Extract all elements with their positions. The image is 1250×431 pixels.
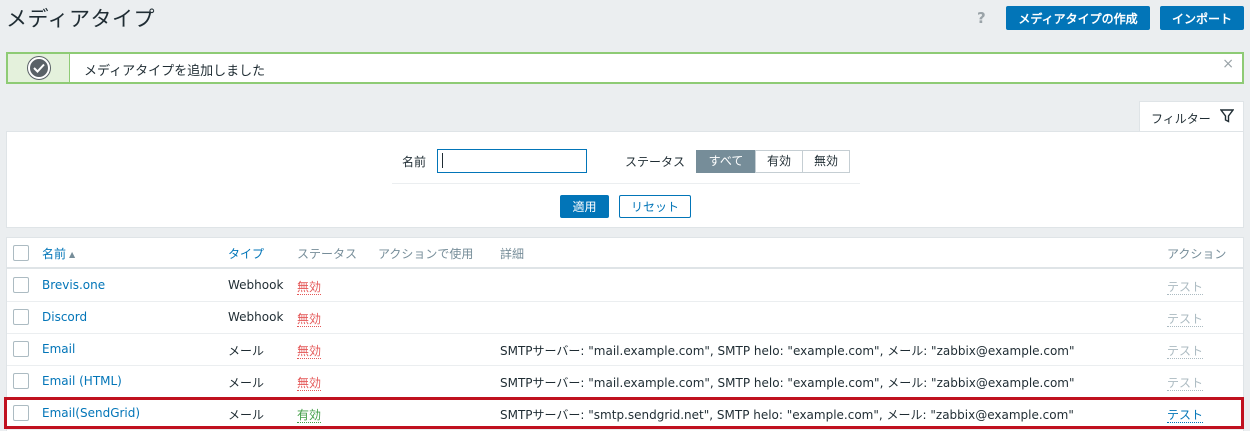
test-link[interactable]: テスト xyxy=(1167,408,1204,423)
filter-tab[interactable]: フィルター xyxy=(1139,101,1244,132)
table-row: Discord Webhook 無効 テスト xyxy=(7,302,1243,334)
reset-button[interactable]: リセット xyxy=(619,195,691,218)
media-type-name-link[interactable]: Email (HTML) xyxy=(42,374,122,388)
status-disabled-option[interactable]: 無効 xyxy=(802,150,850,173)
status-toggle[interactable]: 無効 xyxy=(297,280,322,295)
media-type-details: SMTPサーバー: "smtp.sendgrid.net", SMTP helo… xyxy=(500,408,1074,422)
filter-status-label: ステータス xyxy=(625,155,686,169)
page-header: メディアタイプ ? メディアタイプの作成 インポート xyxy=(0,0,1250,40)
status-enabled-option[interactable]: 有効 xyxy=(755,150,803,173)
close-icon[interactable]: × xyxy=(1222,56,1234,72)
filter-icon xyxy=(1219,109,1235,126)
row-checkbox[interactable] xyxy=(13,309,29,325)
column-header-name[interactable]: 名前 ▲ xyxy=(42,245,75,262)
text-caret xyxy=(442,153,443,168)
table-row: Email メール 無効 SMTPサーバー: "mail.example.com… xyxy=(7,334,1243,366)
page-title: メディアタイプ xyxy=(6,7,156,31)
status-all-option[interactable]: すべて xyxy=(696,150,756,173)
select-all-checkbox[interactable] xyxy=(13,245,29,261)
row-checkbox[interactable] xyxy=(13,277,29,293)
status-toggle[interactable]: 無効 xyxy=(297,376,322,391)
media-type-details: SMTPサーバー: "mail.example.com", SMTP helo:… xyxy=(500,344,1075,358)
filter-panel: 名前 ステータス すべて 有効 無効 適用 リセット xyxy=(6,131,1244,228)
apply-button[interactable]: 適用 xyxy=(560,195,609,218)
message-icon-box xyxy=(8,54,70,82)
message-text: メディアタイプを追加しました xyxy=(84,64,266,79)
media-type-name-link[interactable]: Brevis.one xyxy=(42,278,105,292)
test-link: テスト xyxy=(1167,344,1204,359)
filter-tab-label: フィルター xyxy=(1151,112,1211,126)
filter-divider xyxy=(392,183,860,184)
column-header-used-in-actions: アクションで使用 xyxy=(378,247,474,261)
media-type-type: メール xyxy=(228,408,265,422)
check-circle-icon xyxy=(28,57,50,79)
column-header-type[interactable]: タイプ xyxy=(228,245,264,262)
media-type-type: メール xyxy=(228,376,265,390)
filter-name-input[interactable] xyxy=(437,149,587,173)
media-type-type: Webhook xyxy=(228,278,284,292)
row-checkbox[interactable] xyxy=(13,341,29,357)
import-button[interactable]: インポート xyxy=(1160,6,1244,30)
filter-name-label: 名前 xyxy=(402,155,427,169)
row-checkbox[interactable] xyxy=(13,405,29,421)
test-link: テスト xyxy=(1167,280,1204,295)
table-row: Brevis.one Webhook 無効 テスト xyxy=(7,270,1243,302)
success-message: メディアタイプを追加しました × xyxy=(6,52,1244,84)
column-header-details: 詳細 xyxy=(500,247,525,261)
status-toggle[interactable]: 無効 xyxy=(297,344,322,359)
media-type-name-link[interactable]: Email(SendGrid) xyxy=(42,406,140,420)
column-header-actions: アクション xyxy=(1167,247,1227,261)
status-toggle[interactable]: 有効 xyxy=(297,408,322,423)
media-type-type: Webhook xyxy=(228,310,284,324)
table-row: Email(SendGrid) メール 有効 SMTPサーバー: "smtp.s… xyxy=(7,398,1243,430)
media-type-type: メール xyxy=(228,344,265,358)
create-media-type-button[interactable]: メディアタイプの作成 xyxy=(1006,6,1150,30)
row-checkbox[interactable] xyxy=(13,373,29,389)
help-icon[interactable]: ? xyxy=(977,9,986,27)
test-link: テスト xyxy=(1167,312,1204,327)
media-type-name-link[interactable]: Discord xyxy=(42,310,87,324)
table-header-row: 名前 ▲ タイプ ステータス アクションで使用 詳細 アクション xyxy=(7,238,1243,269)
test-link: テスト xyxy=(1167,376,1204,391)
media-type-name-link[interactable]: Email xyxy=(42,342,75,356)
sort-asc-icon: ▲ xyxy=(69,250,76,259)
media-type-details: SMTPサーバー: "mail.example.com", SMTP helo:… xyxy=(500,376,1075,390)
table-row: Email (HTML) メール 無効 SMTPサーバー: "mail.exam… xyxy=(7,366,1243,398)
media-types-table: 名前 ▲ タイプ ステータス アクションで使用 詳細 アクション Brevis.o… xyxy=(6,237,1244,431)
status-toggle[interactable]: 無効 xyxy=(297,312,322,327)
column-header-status: ステータス xyxy=(297,247,358,261)
